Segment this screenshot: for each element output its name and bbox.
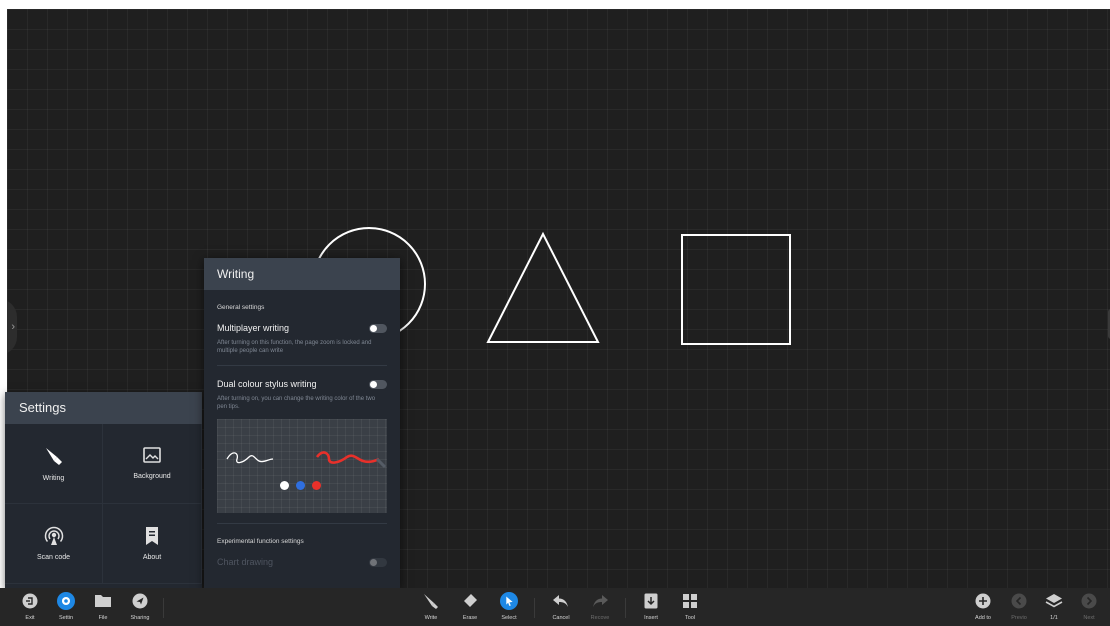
toolbar-separator [163, 598, 164, 618]
exit-icon [22, 593, 38, 609]
tool-label: Tool [684, 615, 696, 621]
previous-page-button[interactable]: Previo [1001, 592, 1037, 621]
add-page-label: Add to [975, 615, 991, 621]
sharing-label: Sharing [130, 615, 150, 621]
redo-icon [593, 595, 608, 607]
dual-colour-preview [217, 419, 387, 513]
undo-icon [553, 595, 568, 607]
dual-colour-label: Dual colour stylus writing [217, 379, 317, 389]
next-page-icon [1081, 593, 1097, 609]
previous-page-label: Previo [1011, 615, 1027, 621]
tools-icon [683, 594, 697, 608]
eraser-icon [464, 594, 477, 607]
settings-item-about[interactable]: About [103, 504, 202, 584]
erase-label: Erase [462, 615, 478, 621]
select-label: Select [501, 615, 517, 621]
settings-panel: Settings Writing Background Scan code Ab… [5, 392, 202, 588]
erase-button[interactable]: Erase [452, 592, 488, 621]
settings-icon [57, 592, 75, 610]
write-button[interactable]: Write [413, 592, 449, 621]
page-indicator-label: 1/1 [1050, 615, 1058, 621]
general-settings-heading: General settings [217, 304, 265, 311]
toolbar-separator [625, 598, 626, 618]
insert-icon [644, 593, 658, 609]
image-icon [143, 447, 161, 463]
settings-item-scan-code[interactable]: Scan code [5, 504, 103, 584]
drawn-square [681, 234, 791, 345]
multiplayer-writing-toggle[interactable] [369, 323, 387, 333]
add-page-button[interactable]: Add to [965, 592, 1001, 621]
select-button[interactable]: Select [491, 592, 527, 621]
color-dot-red[interactable] [312, 481, 321, 490]
write-label: Write [424, 615, 438, 621]
next-page-button[interactable]: Next [1071, 592, 1107, 621]
settings-item-writing[interactable]: Writing [5, 424, 103, 504]
experimental-settings-heading: Experimental function settings [217, 538, 304, 545]
dual-colour-description: After turning on, you can change the wri… [217, 396, 376, 410]
settings-item-label: About [142, 554, 162, 561]
chart-drawing-row: Chart drawing [204, 545, 400, 567]
settings-item-background[interactable]: Background [103, 424, 202, 504]
writing-settings-panel: Writing General settings Multiplayer wri… [204, 258, 400, 588]
pen-icon [424, 594, 438, 609]
tool-button[interactable]: Tool [672, 592, 708, 621]
dual-colour-row: Dual colour stylus writing [204, 366, 400, 389]
exit-label: Exit [25, 615, 35, 621]
stroke-preview [226, 451, 387, 469]
share-icon [132, 593, 148, 609]
insert-button[interactable]: Insert [633, 592, 669, 621]
layers-icon [1045, 594, 1063, 608]
bookmark-icon [146, 527, 158, 545]
sharing-button[interactable]: Sharing [122, 592, 158, 621]
select-icon [500, 592, 518, 610]
cancel-button[interactable]: Cancel [543, 592, 579, 621]
dual-colour-toggle[interactable] [369, 379, 387, 389]
file-button[interactable]: File [85, 592, 121, 621]
file-label: File [98, 615, 108, 621]
folder-icon [95, 595, 111, 607]
cancel-label: Cancel [552, 615, 570, 621]
multiplayer-writing-label: Multiplayer writing [217, 323, 290, 333]
bottom-toolbar: Exit Settin File Sharing Write Erase Sel… [0, 588, 1110, 626]
page-indicator-button[interactable]: 1/1 [1036, 592, 1072, 621]
recover-button[interactable]: Recove [582, 592, 618, 621]
prev-page-icon [1011, 593, 1027, 609]
exit-button[interactable]: Exit [12, 592, 48, 621]
next-page-label: Next [1083, 615, 1095, 621]
settings-button[interactable]: Settin [48, 592, 84, 621]
writing-panel-title: Writing [204, 258, 400, 290]
settings-title: Settings [5, 392, 202, 424]
top-bar [0, 0, 1110, 9]
multiplayer-writing-row: Multiplayer writing [204, 311, 400, 333]
settings-item-label: Scan code [36, 554, 71, 561]
multiplayer-writing-description: After turning on this function, the page… [217, 340, 372, 354]
toolbar-separator [534, 598, 535, 618]
settings-label: Settin [58, 615, 74, 621]
settings-item-label: Background [133, 473, 171, 480]
color-dot-blue[interactable] [296, 481, 305, 490]
broadcast-icon [44, 526, 63, 545]
chart-drawing-label: Chart drawing [217, 557, 274, 567]
drawn-triangle [486, 231, 600, 343]
insert-label: Insert [644, 615, 658, 621]
color-dot-white[interactable] [280, 481, 289, 490]
add-page-icon [975, 593, 991, 609]
recover-label: Recove [590, 615, 610, 621]
chart-drawing-toggle[interactable] [369, 557, 387, 567]
settings-item-label: Writing [42, 475, 65, 482]
pen-icon [45, 448, 62, 465]
